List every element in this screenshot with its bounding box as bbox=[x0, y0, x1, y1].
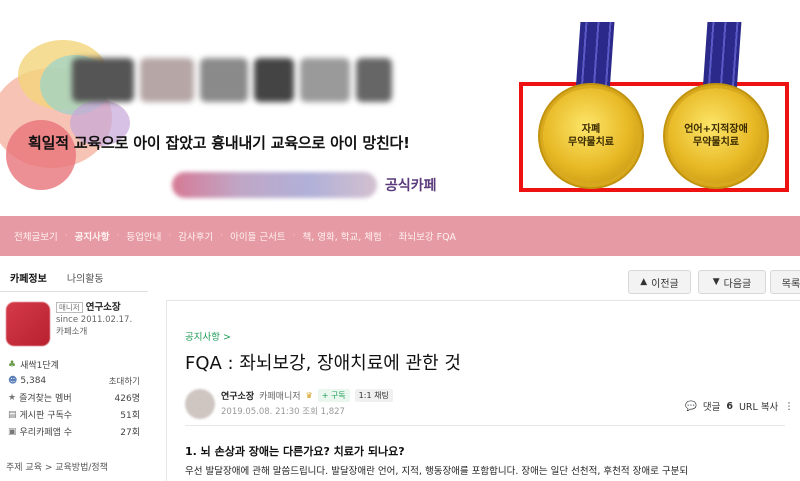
url-copy-button[interactable]: URL 복사 bbox=[739, 399, 778, 413]
medal-ribbon bbox=[702, 22, 742, 92]
medal-autism: 자폐 무약물치료 bbox=[543, 88, 639, 184]
manager-avatar[interactable] bbox=[6, 302, 50, 346]
stat-row: ▤ 게시판 구독수 51회 bbox=[8, 409, 140, 422]
chat-button[interactable]: 1:1 채팅 bbox=[354, 389, 393, 402]
manager-profile: 매니저 연구소장 since 2011.02.17. 카페소개 bbox=[0, 292, 148, 352]
since-date: since 2011.02.17. bbox=[56, 315, 133, 325]
author-role: 카페매니저 bbox=[259, 392, 301, 402]
menu-bar: 전체글보기 · 공지사항 · 등업안내 · 감사후기 · 아이들 근서트 · 책, 영화,… bbox=[0, 216, 800, 256]
cafe-banner: 획일적 교육으로 아이 잡았고 흉내내기 교육으로 아이 망친다! 공식카페 자… bbox=[0, 0, 800, 216]
comment-label[interactable]: 댓글 bbox=[703, 399, 720, 413]
crown-icon: ♛ bbox=[305, 391, 313, 400]
views-count: 1,827 bbox=[320, 407, 345, 417]
app-icon: ▣ bbox=[8, 426, 17, 437]
nav-item-reviews[interactable]: 감사후기 bbox=[178, 229, 213, 243]
cafe-level: ♣ 새싹1단계 bbox=[8, 359, 59, 372]
cafe-sidebar: 카페정보 나의활동 매니저 연구소장 since 2011.02.17. 카페소개… bbox=[0, 264, 148, 481]
blurred-cafe-name bbox=[172, 172, 377, 198]
post-date: 2019.05.08. 21:30 bbox=[221, 407, 300, 417]
category-link[interactable]: 공지사항 > bbox=[185, 329, 800, 343]
section-heading: 1. 뇌 손상과 장애는 다른가요? 치료가 되나요? bbox=[185, 445, 405, 458]
post-meta: 2019.05.08. 21:30 조회 1,827 bbox=[221, 405, 345, 417]
blurred-cafe-title bbox=[72, 58, 392, 102]
nav-item-concert[interactable]: 아이들 근서트 bbox=[230, 229, 285, 243]
board-icon: ▤ bbox=[8, 409, 17, 420]
nav-item-notice[interactable]: 공지사항 bbox=[75, 229, 110, 243]
post-actions: 💬 댓글 6 URL 복사 ⋮ bbox=[685, 399, 794, 414]
manager-badge: 매니저 bbox=[56, 302, 83, 313]
divider bbox=[185, 425, 785, 426]
member-count-row: ☻ 5,384 초대하기 bbox=[0, 373, 148, 389]
next-post-button[interactable]: ▼ 다음글 bbox=[698, 270, 766, 294]
tab-cafe-info[interactable]: 카페정보 bbox=[0, 270, 57, 285]
cafe-name-suffix: 공식카페 bbox=[385, 178, 437, 194]
banner-slogan: 획일적 교육으로 아이 잡았고 흉내내기 교육으로 아이 망친다! bbox=[28, 134, 410, 152]
post-body: 우선 발달장애에 관해 말씀드립니다. 발달장애란 언어, 지적, 행동장애를 … bbox=[185, 466, 689, 477]
stat-row: ★ 즐겨찾는 멤버 426명 bbox=[8, 392, 140, 405]
sidebar-tabs: 카페정보 나의활동 bbox=[0, 264, 148, 292]
manager-name[interactable]: 연구소장 bbox=[86, 302, 121, 313]
tab-my-activity[interactable]: 나의활동 bbox=[57, 270, 114, 285]
star-icon: ★ bbox=[8, 392, 17, 403]
stat-row: ▣ 우리카페앱 수 27회 bbox=[8, 426, 140, 439]
author-avatar[interactable] bbox=[185, 389, 215, 419]
subscribe-button[interactable]: + 구독 bbox=[317, 389, 350, 402]
sprout-icon: ♣ bbox=[8, 359, 17, 370]
nav-item-all-posts[interactable]: 전체글보기 bbox=[14, 229, 58, 243]
comment-icon: 💬 bbox=[685, 400, 697, 412]
member-count[interactable]: 5,384 bbox=[20, 376, 46, 386]
members-icon: ☻ bbox=[8, 376, 18, 386]
chevron-down-icon: ▼ bbox=[712, 277, 720, 287]
cafe-topic[interactable]: 주제 교육 > 교육방법/정책 bbox=[6, 460, 108, 473]
more-icon[interactable]: ⋮ bbox=[784, 401, 794, 412]
prev-post-button[interactable]: ▲ 이전글 bbox=[628, 270, 691, 294]
cafe-name[interactable]: 공식카페 bbox=[172, 172, 437, 198]
comment-count[interactable]: 6 bbox=[726, 401, 733, 412]
chevron-up-icon: ▲ bbox=[640, 277, 648, 287]
author-row: 연구소장 카페매니저 ♛ + 구독 1:1 채팅 2019.05.08. 21:… bbox=[185, 389, 800, 423]
post-content: 공지사항 > FQA : 좌뇌보강, 장애치료에 관한 것 연구소장 카페매니저… bbox=[166, 300, 800, 481]
nav-item-fqa[interactable]: 좌뇌보강 FQA bbox=[399, 229, 456, 243]
invite-button[interactable]: 초대하기 bbox=[109, 375, 140, 387]
nav-item-level-up[interactable]: 등업안내 bbox=[126, 229, 161, 243]
medal-ribbon bbox=[575, 22, 615, 92]
banner-decoration bbox=[6, 120, 76, 190]
views-label: 조회 bbox=[302, 407, 318, 417]
medal-language: 언어+지적장애 무약물치료 bbox=[668, 88, 764, 184]
nav-item-books[interactable]: 책, 영화, 학교, 체험 bbox=[302, 229, 381, 243]
cafe-intro-link[interactable]: 카페소개 bbox=[56, 326, 132, 338]
list-button[interactable]: 목록 bbox=[770, 270, 800, 294]
author-name[interactable]: 연구소장 bbox=[221, 389, 254, 402]
post-title: FQA : 좌뇌보강, 장애치료에 관한 것 bbox=[185, 353, 461, 374]
